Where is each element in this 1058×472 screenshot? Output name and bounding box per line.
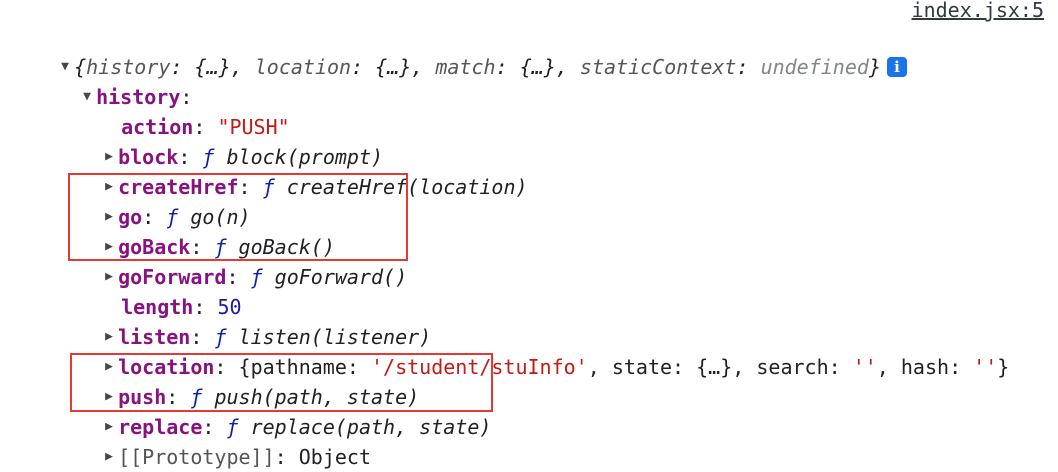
colon: : — [736, 55, 761, 79]
search-value: '' — [852, 355, 877, 379]
comma: , — [732, 355, 757, 379]
comma: , — [230, 55, 255, 79]
root-object-row[interactable]: ▼ {history: {…}, location: {…}, match: {…… — [32, 22, 907, 79]
brace-close: } — [997, 355, 1010, 379]
colon: : — [949, 355, 974, 379]
block-row[interactable]: ▶ block: ƒ block(prompt) — [76, 112, 383, 169]
colon: : — [672, 355, 697, 379]
colon: : — [274, 445, 299, 469]
preview-value-static-context: undefined — [760, 55, 869, 79]
colon: : — [351, 55, 376, 79]
function-icon: ƒ — [250, 265, 263, 289]
highlight-box-go-methods — [68, 173, 408, 261]
state-key: state — [611, 355, 673, 379]
preview-value-match: {…} — [519, 55, 556, 79]
preview-key-location: location — [254, 55, 352, 79]
listen-row[interactable]: ▶ listen: ƒ listen(listener) — [76, 292, 431, 349]
highlight-box-push-replace — [70, 353, 493, 412]
action-row: action: "PUSH" — [97, 82, 290, 139]
prototype-key: [[Prototype]] — [118, 445, 275, 469]
preview-value-location: {…} — [375, 55, 412, 79]
location-row[interactable]: ▶ location: {pathname: '/student/stuInfo'… — [76, 322, 1009, 379]
hash-key: hash — [900, 355, 950, 379]
search-key: search — [756, 355, 829, 379]
hash-value: '' — [973, 355, 998, 379]
brace-close: } — [868, 55, 881, 79]
comma: , — [587, 355, 612, 379]
comma: , — [411, 55, 436, 79]
expanded-triangle-icon[interactable]: ▼ — [78, 82, 96, 112]
length-row: length: 50 — [97, 262, 241, 319]
colon: : — [495, 55, 520, 79]
info-icon[interactable]: i — [886, 56, 907, 77]
go-forward-signature: goForward() — [274, 265, 408, 289]
preview-value-history: {…} — [194, 55, 231, 79]
comma: , — [555, 55, 580, 79]
preview-key-static-context: staticContext — [579, 55, 737, 79]
history-row[interactable]: ▼ history: — [54, 52, 192, 109]
create-href-row[interactable]: ▶ createHref: ƒ createHref(location) — [76, 142, 527, 199]
comma: , — [876, 355, 901, 379]
collapsed-triangle-icon[interactable]: ▶ — [100, 442, 118, 472]
prototype-value: Object — [298, 445, 371, 469]
state-value: {…} — [696, 355, 733, 379]
preview-key-match: match — [435, 55, 496, 79]
colon: : — [828, 355, 853, 379]
source-link[interactable]: index.jsx:5 — [912, 0, 1044, 22]
